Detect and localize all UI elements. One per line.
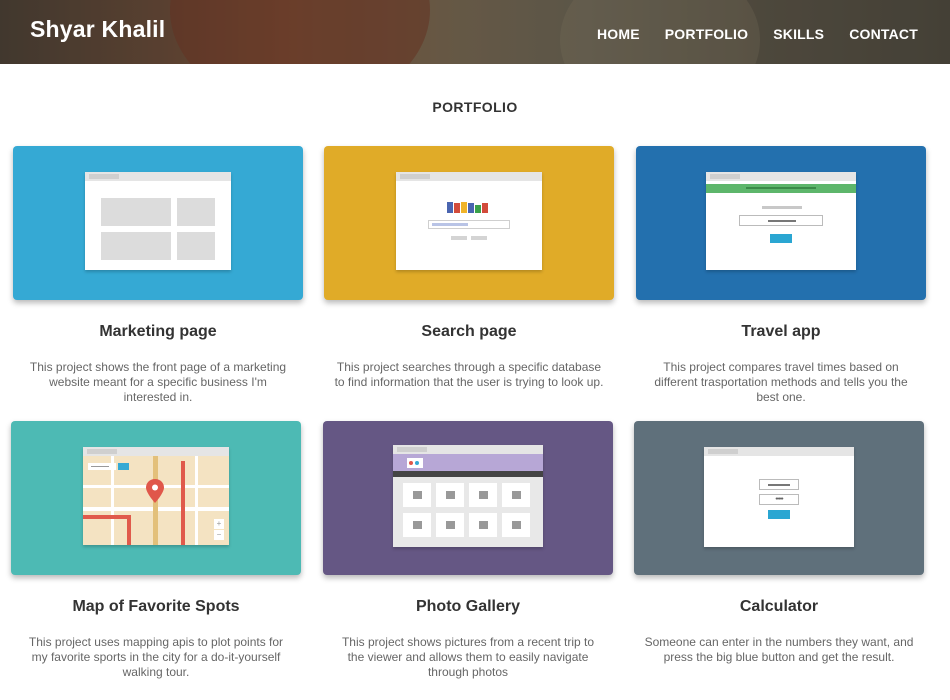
project-thumbnail-gallery[interactable]	[323, 421, 613, 575]
project-thumbnail-calculator[interactable]: •••••	[634, 421, 924, 575]
project-description: This project shows pictures from a recen…	[341, 635, 595, 679]
project-card-calculator: ••••• Calculator Someone can enter in th…	[634, 421, 924, 665]
project-title: Travel app	[741, 323, 821, 340]
site-header: Shyar Khalil HOME PORTFOLIO SKILLS CONTA…	[0, 0, 950, 64]
browser-mockup: + −	[83, 447, 229, 545]
zoom-minus-icon: −	[214, 530, 224, 540]
project-title: Photo Gallery	[415, 598, 521, 615]
project-thumbnail-search[interactable]	[324, 146, 614, 300]
browser-mockup	[85, 172, 231, 270]
project-description: This project shows the front page of a m…	[29, 360, 287, 404]
project-title: Map of Favorite Spots	[72, 598, 240, 615]
project-thumbnail-marketing[interactable]	[13, 146, 303, 300]
nav-contact[interactable]: CONTACT	[849, 26, 918, 42]
project-title: Search page	[421, 323, 517, 340]
browser-mockup	[706, 172, 856, 270]
travel-button-mock	[770, 234, 792, 243]
calculator-button-mock	[768, 510, 790, 519]
project-title: Calculator	[739, 598, 819, 615]
site-brand[interactable]: Shyar Khalil	[30, 16, 165, 43]
browser-mockup	[393, 445, 543, 547]
project-card-marketing: Marketing page This project shows the fr…	[13, 146, 303, 405]
project-description: Someone can enter in the numbers they wa…	[644, 635, 914, 664]
browser-mockup	[396, 172, 542, 270]
section-title: PORTFOLIO	[432, 99, 518, 115]
project-description: This project uses mapping apis to plot p…	[28, 635, 284, 679]
browser-mockup: •••••	[704, 447, 854, 547]
project-title: Marketing page	[99, 323, 217, 340]
search-input-mock	[428, 220, 510, 229]
project-description: This project compares travel times based…	[654, 360, 908, 404]
zoom-plus-icon: +	[214, 519, 224, 529]
nav-portfolio[interactable]: PORTFOLIO	[665, 26, 748, 42]
nav-home[interactable]: HOME	[597, 26, 640, 42]
project-thumbnail-map[interactable]: + −	[11, 421, 301, 575]
map-pin-icon	[146, 479, 164, 503]
project-card-gallery: Photo Gallery This project shows picture…	[323, 421, 613, 680]
project-card-map: + − Map of Favorite Spots This project u…	[11, 421, 301, 680]
project-card-travel: Travel app This project compares travel …	[636, 146, 926, 405]
project-description: This project searches through a specific…	[334, 360, 604, 389]
project-thumbnail-travel[interactable]	[636, 146, 926, 300]
main-nav: HOME PORTFOLIO SKILLS CONTACT	[597, 26, 918, 42]
nav-skills[interactable]: SKILLS	[773, 26, 824, 42]
project-card-search: Search page This project searches throug…	[324, 146, 614, 390]
